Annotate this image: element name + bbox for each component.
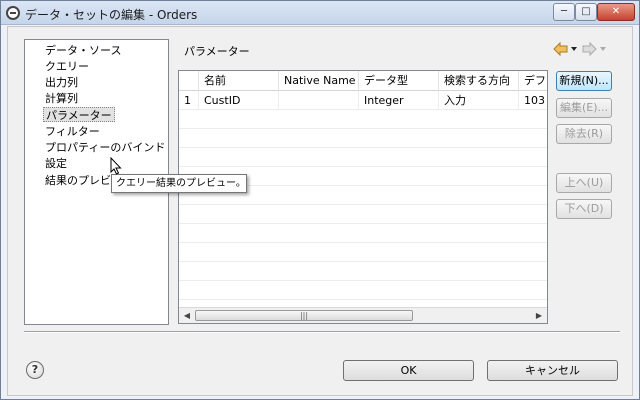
nav-item-output-columns[interactable]: 出力列 — [43, 75, 80, 90]
table-row — [179, 243, 547, 262]
nav-item-filters[interactable]: フィルター — [43, 124, 102, 139]
section-title: パラメーター — [184, 45, 250, 58]
move-up-button[interactable]: 上へ(U) — [556, 173, 612, 193]
table-row[interactable]: 1 CustID Integer 入力 103 — [179, 91, 547, 110]
cell-name: CustID — [199, 91, 279, 110]
scroll-left-icon[interactable]: ◀ — [181, 310, 193, 322]
nav-item-parameters[interactable]: パラメーター — [43, 107, 115, 122]
ok-button[interactable]: OK — [343, 360, 474, 381]
scroll-right-icon[interactable]: ▶ — [533, 310, 545, 322]
cell-data-type: Integer — [359, 91, 439, 110]
mouse-cursor-icon — [110, 157, 122, 175]
table-row — [179, 224, 547, 243]
tooltip: クエリー結果のプレビュー。 — [111, 174, 247, 193]
table-row — [179, 281, 547, 300]
column-header-index[interactable] — [179, 71, 199, 91]
history-nav — [553, 41, 606, 57]
nav-item-property-binding[interactable]: プロパティーのバインド — [43, 140, 167, 155]
nav-item-query[interactable]: クエリー — [43, 59, 91, 74]
column-header-default[interactable]: デフォ — [519, 71, 547, 91]
edit-button[interactable]: 編集(E)... — [556, 98, 612, 118]
window-title: データ・セットの編集 - Orders — [25, 8, 198, 22]
dropdown-triangle-icon — [600, 47, 606, 51]
close-button[interactable]: ✕ — [597, 3, 635, 21]
cell-native-name — [279, 91, 359, 110]
dropdown-triangle-icon[interactable] — [571, 47, 577, 51]
scroll-thumb[interactable]: ||| — [195, 310, 413, 321]
nav-item-data-source[interactable]: データ・ソース — [43, 43, 123, 58]
horizontal-scrollbar[interactable]: ◀ ||| ▶ — [179, 307, 547, 323]
maximize-button[interactable]: □ — [575, 3, 597, 21]
title-bar[interactable]: データ・セットの編集 - Orders ─ □ ✕ — [1, 1, 639, 25]
table-row — [179, 262, 547, 281]
table-row — [179, 148, 547, 167]
footer-separator — [24, 331, 620, 333]
column-header-direction[interactable]: 検索する方向 — [439, 71, 519, 91]
dialog-window: データ・セットの編集 - Orders ─ □ ✕ データ・ソース クエリー 出… — [0, 0, 640, 400]
column-header-data-type[interactable]: データ型 — [359, 71, 439, 91]
help-icon[interactable]: ? — [26, 361, 44, 379]
table-header: 名前 Native Name データ型 検索する方向 デフォ — [179, 71, 547, 91]
new-button[interactable]: 新規(N)... — [556, 71, 612, 91]
column-header-name[interactable]: 名前 — [199, 71, 279, 91]
cell-direction: 入力 — [439, 91, 519, 110]
dialog-client-area: データ・ソース クエリー 出力列 計算列 パラメーター フィルター プロパティー… — [7, 26, 633, 396]
table-row — [179, 205, 547, 224]
remove-button[interactable]: 除去(R) — [556, 124, 612, 144]
nav-item-computed-columns[interactable]: 計算列 — [43, 91, 80, 106]
table-row — [179, 129, 547, 148]
cell-default: 103 — [524, 94, 545, 107]
table-row — [179, 110, 547, 129]
parameters-table: 名前 Native Name データ型 検索する方向 デフォ 1 CustID … — [178, 70, 548, 324]
cancel-button[interactable]: キャンセル — [487, 360, 618, 381]
minimize-button[interactable]: ─ — [553, 3, 575, 21]
eclipse-app-icon — [6, 6, 20, 20]
nav-item-settings[interactable]: 設定 — [43, 156, 69, 171]
cell-index: 1 — [179, 91, 199, 110]
move-down-button[interactable]: 下へ(D) — [556, 199, 612, 219]
forward-arrow-icon — [582, 41, 597, 57]
back-arrow-icon[interactable] — [553, 41, 568, 57]
column-header-native-name[interactable]: Native Name — [279, 71, 359, 91]
